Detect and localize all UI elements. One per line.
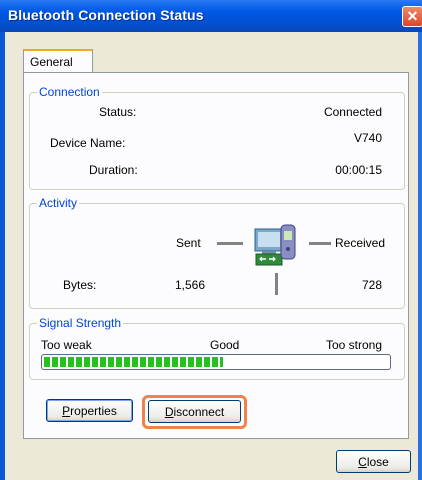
device-name-label: Device Name:: [50, 136, 126, 150]
bluetooth-device-icon: [252, 221, 300, 267]
tab-general-label: General: [30, 55, 73, 69]
duration-label: Duration:: [89, 163, 138, 177]
window-title: Bluetooth Connection Status: [8, 7, 204, 23]
connection-group-label: Connection: [37, 85, 102, 99]
bytes-divider: [275, 273, 278, 295]
properties-button[interactable]: Properties: [46, 399, 133, 422]
close-icon[interactable]: ✕: [402, 6, 422, 27]
disconnect-button[interactable]: Disconnect: [148, 400, 241, 423]
sent-line: [217, 242, 243, 245]
too-strong-label: Too strong: [325, 338, 382, 352]
signal-strength-meter: [41, 354, 391, 370]
too-weak-label: Too weak: [41, 338, 92, 352]
signal-strength-fill: [44, 357, 223, 367]
close-label: lose: [366, 454, 389, 469]
close-button[interactable]: Close: [336, 450, 411, 473]
bytes-received-value: 728: [361, 278, 382, 292]
tab-general[interactable]: General: [23, 49, 93, 73]
close-accel: C: [358, 454, 367, 469]
good-label: Good: [210, 338, 240, 352]
received-line: [309, 242, 331, 245]
disconnect-label: isconnect: [173, 404, 225, 419]
received-label: Received: [335, 236, 386, 250]
sent-label: Sent: [176, 236, 201, 250]
bytes-label: Bytes:: [63, 278, 97, 292]
disconnect-accel: D: [164, 404, 174, 419]
duration-value: 00:00:15: [335, 163, 382, 177]
title-bar[interactable]: Bluetooth Connection Status ✕: [0, 0, 422, 32]
status-value: Connected: [323, 105, 382, 119]
signal-strength-label: Signal Strength: [37, 316, 124, 330]
status-label: Status:: [99, 105, 137, 119]
properties-accel: P: [62, 403, 71, 418]
activity-group-label: Activity: [37, 196, 80, 210]
bytes-sent-value: 1,566: [175, 278, 206, 292]
bluetooth-status-window: Bluetooth Connection Status ✕ General Co…: [0, 0, 422, 480]
device-name-value: V740: [353, 131, 382, 145]
properties-label: roperties: [70, 403, 117, 418]
activity-group: Activity: [29, 196, 405, 309]
